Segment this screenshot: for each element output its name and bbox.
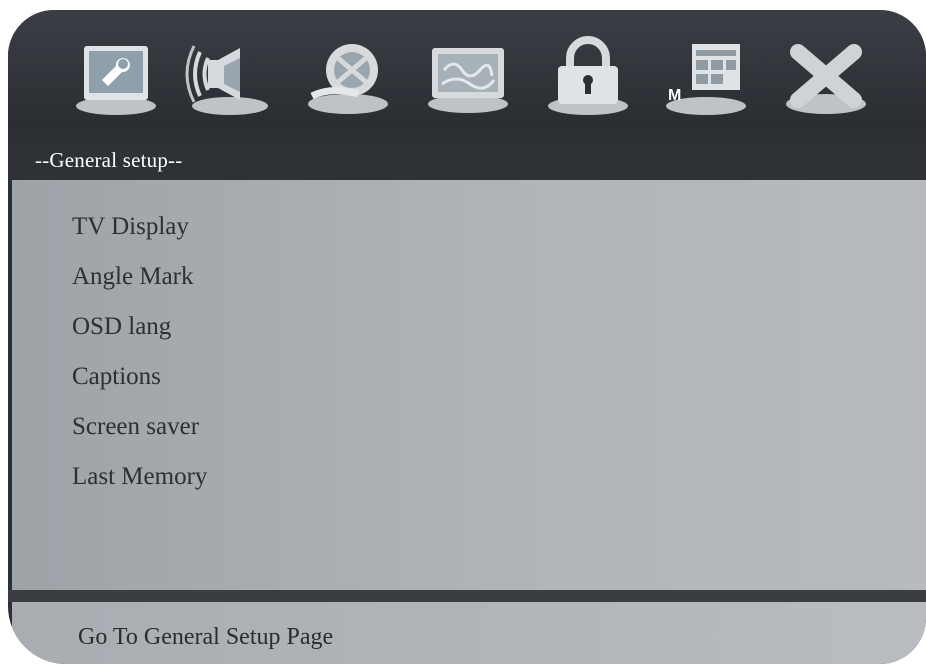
section-header: --General setup-- (8, 142, 926, 182)
film-reel-icon[interactable] (300, 30, 396, 120)
page-title: --General setup-- (35, 148, 183, 172)
speaker-icon[interactable] (180, 30, 276, 120)
menu-item-screen-saver[interactable]: Screen saver (72, 402, 207, 452)
close-x-icon[interactable] (778, 30, 874, 120)
menu-panel: TV Display Angle Mark OSD lang Captions … (12, 180, 926, 590)
menu-item-osd-lang[interactable]: OSD lang (72, 302, 207, 352)
icon-toolbar: M (8, 10, 926, 126)
menu-item-angle-mark[interactable]: Angle Mark (72, 252, 207, 302)
misc-icon-letter: M (668, 87, 681, 104)
setup-menu-window: M --General setup-- TV Display Angle Mar… (8, 10, 926, 664)
status-footer: Go To General Setup Page (12, 602, 926, 664)
menu-item-tv-display[interactable]: TV Display (72, 202, 207, 252)
menu-item-captions[interactable]: Captions (72, 352, 207, 402)
help-text: Go To General Setup Page (78, 624, 334, 650)
divider (8, 590, 926, 602)
settings-menu: TV Display Angle Mark OSD lang Captions … (72, 202, 207, 502)
picture-frame-icon[interactable] (420, 30, 516, 120)
menu-item-last-memory[interactable]: Last Memory (72, 452, 207, 502)
padlock-icon[interactable] (540, 30, 636, 120)
general-setup-icon[interactable] (68, 30, 164, 120)
calendar-grid-icon[interactable]: M (658, 30, 754, 120)
